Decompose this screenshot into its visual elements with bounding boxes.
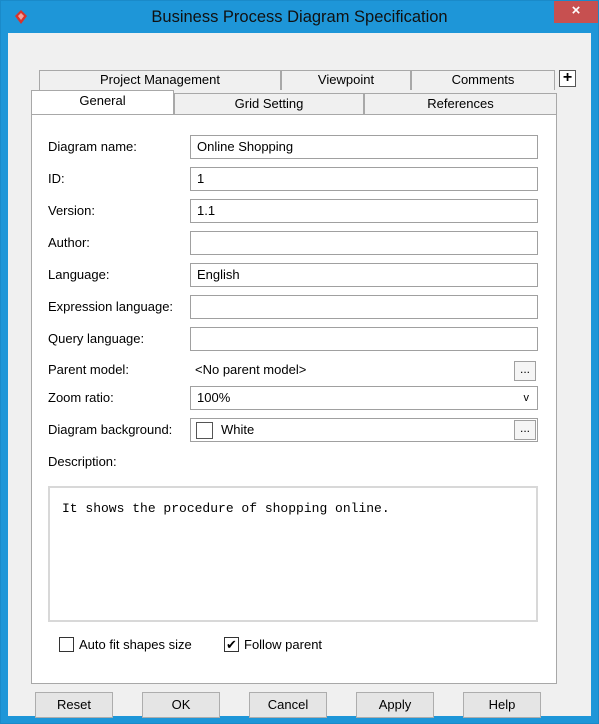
dialog-window: Business Process Diagram Specification ×… — [0, 0, 599, 724]
zoom-ratio-value: 100% — [197, 390, 231, 405]
tab-comments[interactable]: Comments — [411, 70, 555, 90]
reset-button[interactable]: Reset — [35, 692, 113, 718]
diagram-name-input[interactable]: Online Shopping — [190, 135, 538, 159]
ok-button[interactable]: OK — [142, 692, 220, 718]
language-input[interactable]: English — [190, 263, 538, 287]
auto-fit-label: Auto fit shapes size — [79, 637, 192, 652]
close-icon: × — [571, 2, 581, 19]
tab-project-management[interactable]: Project Management — [39, 70, 281, 90]
parent-model-browse-button[interactable]: ... — [514, 361, 536, 381]
expression-language-label: Expression language: — [48, 299, 174, 314]
author-input[interactable] — [190, 231, 538, 255]
diagram-background-label: Diagram background: — [48, 422, 173, 437]
diagram-background-value: White — [221, 422, 255, 437]
window-title: Business Process Diagram Specification — [151, 8, 448, 26]
general-tab-panel: Diagram name: Online Shopping ID: 1 Vers… — [31, 114, 557, 684]
language-label: Language: — [48, 267, 110, 282]
tab-viewpoint[interactable]: Viewpoint — [281, 70, 411, 90]
auto-fit-checkbox[interactable] — [59, 637, 74, 652]
cancel-button[interactable]: Cancel — [249, 692, 327, 718]
query-language-label: Query language: — [48, 331, 145, 346]
author-label: Author: — [48, 235, 90, 250]
description-label: Description: — [48, 454, 117, 469]
chevron-down-icon: v — [523, 392, 530, 404]
close-button[interactable]: × — [554, 1, 598, 23]
zoom-ratio-select[interactable]: 100% v — [190, 386, 538, 410]
plus-icon: + — [562, 69, 573, 86]
diagram-background-picker[interactable]: White — [190, 418, 538, 442]
background-browse-button[interactable]: ... — [514, 420, 536, 440]
version-label: Version: — [48, 203, 95, 218]
description-textarea[interactable]: It shows the procedure of shopping onlin… — [48, 486, 538, 622]
title-bar[interactable]: Business Process Diagram Specification × — [1, 1, 598, 33]
tab-grid-setting[interactable]: Grid Setting — [174, 93, 364, 114]
query-language-input[interactable] — [190, 327, 538, 351]
id-label: ID: — [48, 171, 65, 186]
add-tab-button[interactable]: + — [559, 70, 576, 87]
checkmark-icon: ✔ — [226, 637, 237, 652]
parent-model-label: Parent model: — [48, 362, 129, 377]
follow-parent-label: Follow parent — [244, 637, 323, 652]
diagram-name-label: Diagram name: — [48, 139, 137, 154]
tab-references[interactable]: References — [364, 93, 557, 114]
help-button[interactable]: Help — [463, 692, 541, 718]
apply-button[interactable]: Apply — [356, 692, 434, 718]
id-input[interactable]: 1 — [190, 167, 538, 191]
expression-language-input[interactable] — [190, 295, 538, 319]
zoom-ratio-label: Zoom ratio: — [48, 390, 114, 405]
follow-parent-checkbox[interactable]: ✔ — [224, 637, 239, 652]
parent-model-value: <No parent model> — [195, 362, 307, 377]
tab-general[interactable]: General — [31, 90, 174, 114]
color-swatch — [196, 422, 213, 439]
dialog-body: Project Management Viewpoint Comments + … — [8, 33, 591, 718]
version-input[interactable]: 1.1 — [190, 199, 538, 223]
